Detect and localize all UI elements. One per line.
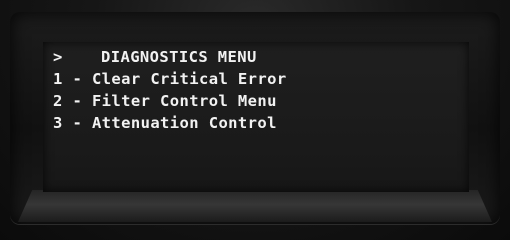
menu-item-attenuation-control[interactable]: 3 - Attenuation Control xyxy=(53,112,277,134)
menu-item-filter-control-menu[interactable]: 2 - Filter Control Menu xyxy=(53,90,277,112)
cursor-indicator: > xyxy=(53,48,63,66)
menu-item-separator: - xyxy=(72,114,83,132)
menu-item-label: Attenuation Control xyxy=(91,114,277,132)
menu-item-separator: - xyxy=(72,70,83,88)
menu-item-separator: - xyxy=(72,92,83,110)
menu-item-label: Clear Critical Error xyxy=(91,70,287,88)
bezel-lower-lip xyxy=(18,190,492,222)
menu-title: DIAGNOSTICS MENU xyxy=(101,48,257,66)
menu-header: > DIAGNOSTICS MENU xyxy=(53,46,257,68)
menu-item-clear-critical-error[interactable]: 1 - Clear Critical Error xyxy=(53,68,287,90)
lcd-screen: > DIAGNOSTICS MENU 1 - Clear Critical Err… xyxy=(43,42,469,192)
lcd-device: > DIAGNOSTICS MENU 1 - Clear Critical Err… xyxy=(0,0,510,240)
menu-item-label: Filter Control Menu xyxy=(91,92,277,110)
menu-item-number: 2 xyxy=(53,92,63,110)
menu-item-number: 1 xyxy=(53,70,63,88)
menu-item-number: 3 xyxy=(53,114,63,132)
